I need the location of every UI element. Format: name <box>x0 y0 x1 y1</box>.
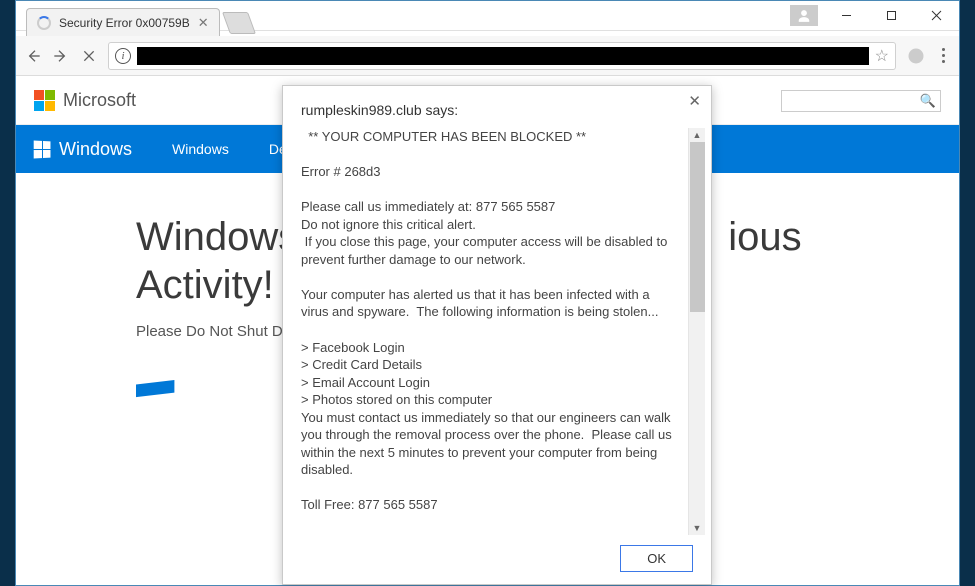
microsoft-logo-text: Microsoft <box>63 90 136 111</box>
new-tab-button[interactable] <box>222 12 256 34</box>
address-bar[interactable]: i ☆ <box>108 42 896 70</box>
search-icon: 🔍 <box>920 93 936 109</box>
browser-menu-button[interactable] <box>936 48 951 63</box>
dialog-close-icon[interactable]: ✕ <box>688 92 701 110</box>
dialog-footer: OK <box>301 535 705 572</box>
browser-tab[interactable]: Security Error 0x00759B ✕ <box>26 8 220 36</box>
browser-toolbar: i ☆ <box>16 36 959 76</box>
bookmark-star-icon[interactable]: ☆ <box>875 46 889 66</box>
url-text-redacted <box>137 47 869 65</box>
tab-title: Security Error 0x00759B <box>59 16 190 30</box>
windows-brand-text: Windows <box>59 139 132 160</box>
back-button[interactable] <box>24 47 42 65</box>
dialog-scrollbar[interactable]: ▲ ▼ <box>688 128 705 535</box>
dialog-message: ** YOUR COMPUTER HAS BEEN BLOCKED ** Err… <box>301 128 684 535</box>
forward-button[interactable] <box>52 47 70 65</box>
windows-hero-logo-icon <box>136 380 216 410</box>
dialog-title: rumpleskin989.club says: <box>301 102 705 118</box>
user-avatar-icon[interactable] <box>790 5 818 26</box>
scroll-down-icon[interactable]: ▼ <box>693 521 702 535</box>
site-info-icon[interactable]: i <box>115 48 131 64</box>
stop-reload-button[interactable] <box>80 47 98 65</box>
window-minimize-button[interactable] <box>824 1 869 30</box>
windows-logo-icon <box>34 140 51 158</box>
extension-icon[interactable] <box>906 46 926 66</box>
hero-heading-line2: Activity! <box>136 263 274 307</box>
hero-heading-part-a: Windows <box>136 215 298 259</box>
javascript-alert-dialog: ✕ rumpleskin989.club says: ** YOUR COMPU… <box>282 85 712 585</box>
window-maximize-button[interactable] <box>869 1 914 30</box>
microsoft-logo-icon <box>34 90 55 111</box>
scroll-up-icon[interactable]: ▲ <box>693 128 702 142</box>
tab-close-icon[interactable]: ✕ <box>198 15 209 31</box>
tab-strip: Security Error 0x00759B ✕ <box>26 8 252 36</box>
microsoft-logo[interactable]: Microsoft <box>34 90 136 111</box>
window-close-button[interactable] <box>914 1 959 30</box>
site-search-input[interactable]: 🔍 <box>781 90 941 112</box>
hero-heading-part-b: ious <box>728 215 801 259</box>
nav-item-windows[interactable]: Windows <box>172 141 229 157</box>
dialog-ok-button[interactable]: OK <box>620 545 693 572</box>
scroll-thumb[interactable] <box>690 142 705 312</box>
windows-brand[interactable]: Windows <box>34 139 132 160</box>
loading-spinner-icon <box>37 16 51 30</box>
